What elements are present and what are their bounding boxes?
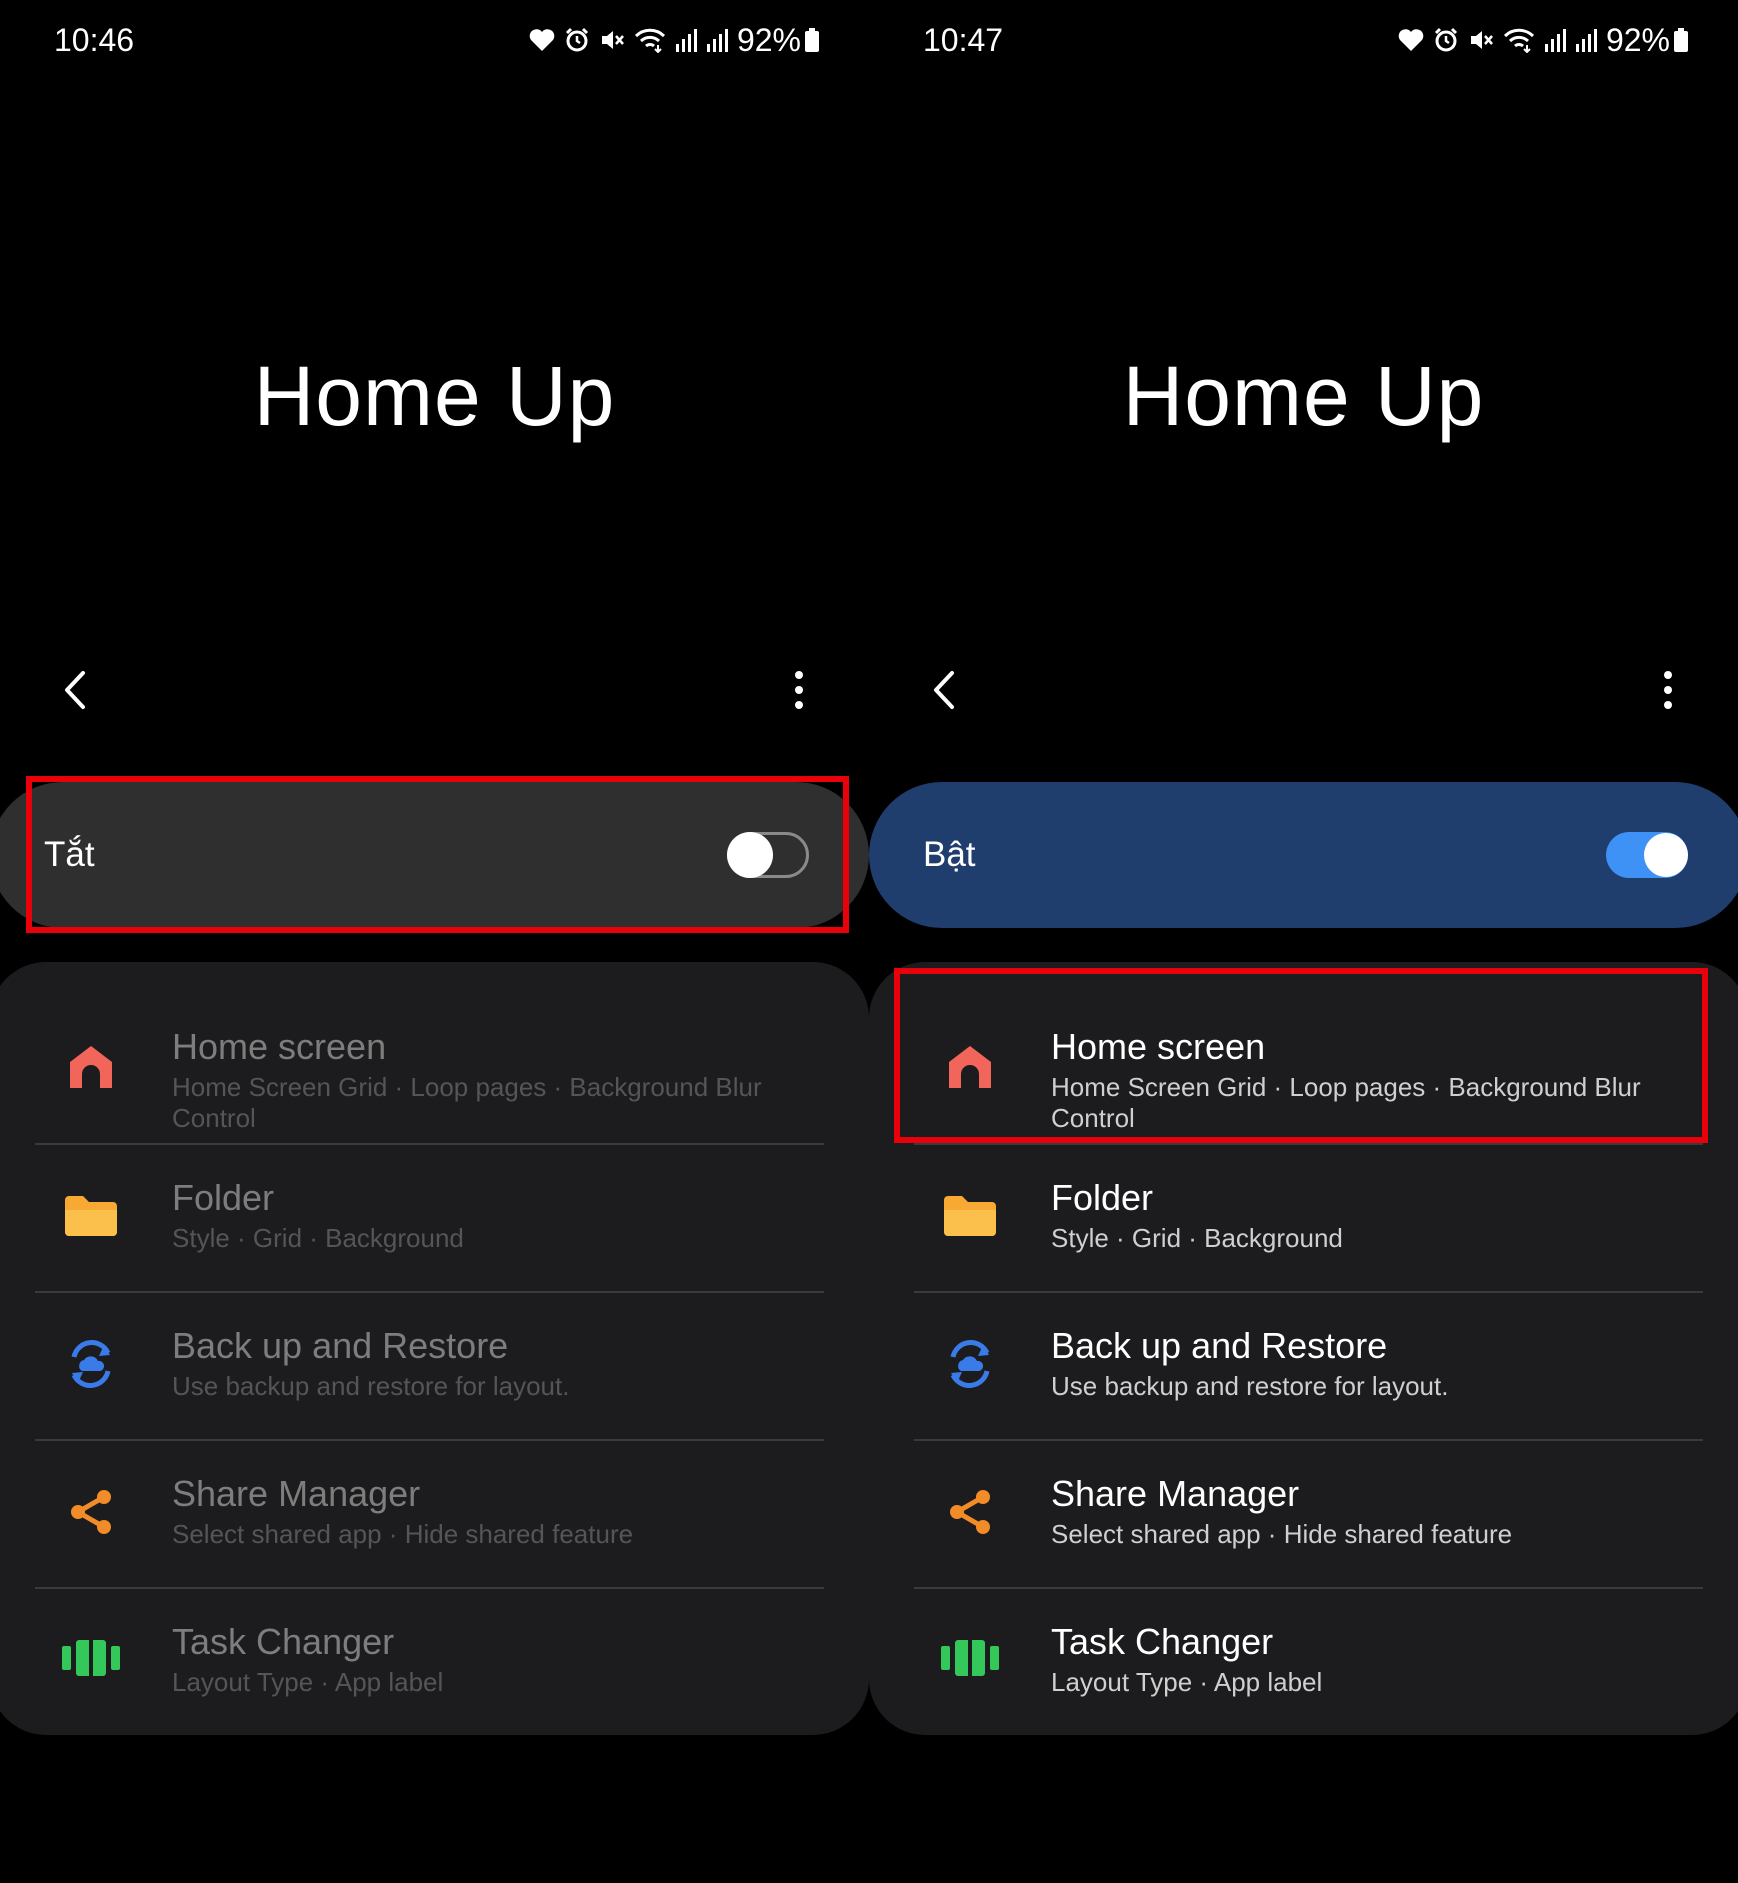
item-title: Folder <box>1051 1177 1154 1218</box>
toolbar <box>0 665 869 715</box>
list-item-folder[interactable]: Folder Style · Grid · Background <box>0 1145 869 1291</box>
mute-icon <box>1470 31 1493 49</box>
item-title: Share Manager <box>172 1473 421 1514</box>
master-switch-label: Tắt <box>44 835 95 874</box>
status-bar: 10:46 92% <box>54 18 819 62</box>
status-time: 10:47 <box>923 21 1004 58</box>
master-switch-bar[interactable]: Tắt <box>0 782 869 928</box>
list-item-share-manager[interactable]: Share Manager Select shared app · Hide s… <box>869 1441 1738 1587</box>
item-title: Home screen <box>1051 1026 1266 1067</box>
share-icon <box>60 1481 122 1543</box>
list-item-share-manager[interactable]: Share Manager Select shared app · Hide s… <box>0 1441 869 1587</box>
more-options-button[interactable] <box>784 665 814 715</box>
signal-icon <box>1575 29 1597 52</box>
toolbar <box>869 665 1738 715</box>
item-title: Task Changer <box>172 1621 395 1662</box>
page-title: Home Up <box>1122 349 1485 443</box>
list-item-backup-restore[interactable]: Back up and Restore Use backup and resto… <box>869 1293 1738 1439</box>
item-title: Share Manager <box>1051 1473 1300 1514</box>
toggle-knob <box>727 832 773 878</box>
status-bar: 10:47 92% <box>923 18 1688 62</box>
home-icon <box>939 1036 1001 1098</box>
heart-icon <box>529 29 555 51</box>
signal-icon <box>675 29 697 52</box>
item-subtitle: Style · Grid · Background <box>172 1223 464 1253</box>
battery-indicator: 92% <box>1606 22 1688 59</box>
master-toggle[interactable] <box>1606 832 1688 878</box>
master-switch-label: Bật <box>923 835 976 874</box>
page-title: Home Up <box>253 349 616 443</box>
more-options-button[interactable] <box>1653 665 1683 715</box>
back-button[interactable] <box>924 665 964 715</box>
battery-icon <box>1674 28 1688 52</box>
status-icons: 92% <box>1398 22 1688 59</box>
status-time: 10:46 <box>54 21 135 58</box>
signal-icon <box>1544 29 1566 52</box>
task-changer-icon <box>60 1627 122 1689</box>
item-subtitle: Style · Grid · Background <box>1051 1223 1343 1253</box>
phone-screen-right: 10:47 92% Home Up Bật Home screen Home S… <box>869 0 1738 1883</box>
back-button[interactable] <box>55 665 95 715</box>
share-icon <box>939 1481 1001 1543</box>
item-subtitle: Home Screen Grid · Loop pages · Backgrou… <box>1051 1072 1641 1133</box>
item-subtitle: Use backup and restore for layout. <box>1051 1371 1449 1401</box>
backup-restore-icon <box>60 1333 122 1395</box>
item-subtitle: Home Screen Grid · Loop pages · Backgrou… <box>172 1072 762 1133</box>
toggle-knob <box>1644 833 1688 877</box>
wifi-icon <box>1503 28 1535 53</box>
item-title: Folder <box>172 1177 275 1218</box>
wifi-icon <box>634 28 666 53</box>
item-subtitle: Layout Type · App label <box>172 1667 444 1697</box>
item-subtitle: Select shared app · Hide shared feature <box>172 1519 634 1549</box>
list-item-task-changer[interactable]: Task Changer Layout Type · App label <box>869 1589 1738 1735</box>
list-item-home-screen[interactable]: Home screen Home Screen Grid · Loop page… <box>869 994 1738 1144</box>
battery-percent: 92% <box>1605 21 1670 58</box>
item-title: Task Changer <box>1051 1621 1274 1662</box>
list-item-backup-restore[interactable]: Back up and Restore Use backup and resto… <box>0 1293 869 1439</box>
item-title: Back up and Restore <box>1051 1325 1388 1366</box>
signal-icon <box>706 29 728 52</box>
list-item-folder[interactable]: Folder Style · Grid · Background <box>869 1145 1738 1291</box>
chevron-left-icon <box>65 671 85 709</box>
settings-list: Home screen Home Screen Grid · Loop page… <box>0 962 869 1735</box>
alarm-icon <box>565 27 589 52</box>
phone-screen-left: 10:46 92% Home Up Tắt Home screen Home S… <box>0 0 869 1883</box>
status-icons: 92% <box>529 22 819 59</box>
heart-icon <box>1398 29 1424 51</box>
battery-percent: 92% <box>736 21 801 58</box>
backup-restore-icon <box>939 1333 1001 1395</box>
more-vertical-icon <box>1664 671 1672 709</box>
folder-icon <box>939 1185 1001 1247</box>
item-title: Back up and Restore <box>172 1325 509 1366</box>
list-item-home-screen[interactable]: Home screen Home Screen Grid · Loop page… <box>0 994 869 1144</box>
settings-list: Home screen Home Screen Grid · Loop page… <box>869 962 1738 1735</box>
alarm-icon <box>1434 27 1458 52</box>
home-icon <box>60 1036 122 1098</box>
item-title: Home screen <box>172 1026 387 1067</box>
chevron-left-icon <box>934 671 954 709</box>
item-subtitle: Select shared app · Hide shared feature <box>1051 1519 1513 1549</box>
list-item-task-changer[interactable]: Task Changer Layout Type · App label <box>0 1589 869 1735</box>
task-changer-icon <box>939 1627 1001 1689</box>
battery-indicator: 92% <box>737 22 819 59</box>
mute-icon <box>601 31 624 49</box>
item-subtitle: Use backup and restore for layout. <box>172 1371 570 1401</box>
item-subtitle: Layout Type · App label <box>1051 1667 1323 1697</box>
folder-icon <box>60 1185 122 1247</box>
master-switch-bar[interactable]: Bật <box>869 782 1738 928</box>
master-toggle[interactable] <box>727 832 809 878</box>
battery-icon <box>805 28 819 52</box>
more-vertical-icon <box>795 671 803 709</box>
